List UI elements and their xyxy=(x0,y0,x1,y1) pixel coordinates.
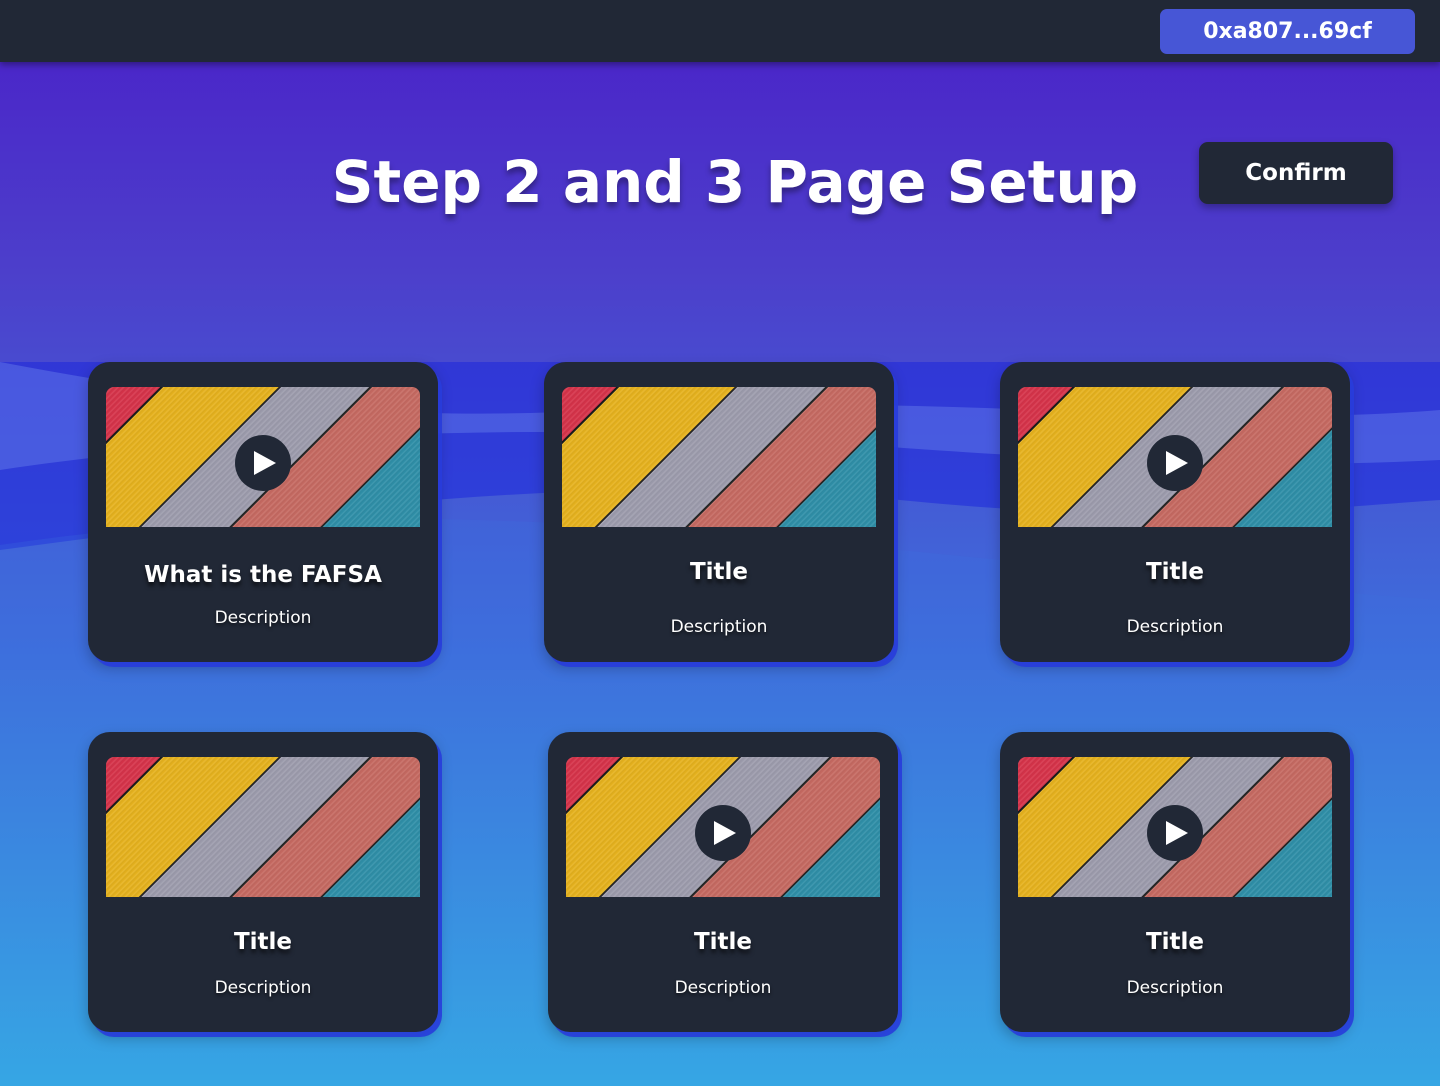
card-title: Title xyxy=(1145,929,1205,955)
video-thumbnail xyxy=(566,757,880,897)
video-thumbnail xyxy=(106,757,420,897)
card-description: Description xyxy=(1126,617,1224,637)
play-button-icon[interactable] xyxy=(695,805,751,861)
video-card[interactable]: Title Description xyxy=(548,732,898,1032)
top-bar: 0xa807...69cf xyxy=(0,0,1440,62)
video-thumbnail xyxy=(562,387,876,527)
card-title: Title xyxy=(689,559,749,585)
card-description: Description xyxy=(214,978,312,998)
card-description: Description xyxy=(674,978,772,998)
card-title: Title xyxy=(1145,559,1205,585)
confirm-button[interactable]: Confirm xyxy=(1199,142,1393,204)
video-card[interactable]: Title Description xyxy=(88,732,438,1032)
play-button-icon[interactable] xyxy=(1147,435,1203,491)
card-title: Title xyxy=(693,929,753,955)
video-thumbnail xyxy=(1018,757,1332,897)
page-title: Step 2 and 3 Page Setup xyxy=(331,148,1139,216)
play-button-icon[interactable] xyxy=(1147,805,1203,861)
card-title: What is the FAFSA xyxy=(144,562,382,588)
card-title: Title xyxy=(233,929,293,955)
play-button-icon[interactable] xyxy=(235,435,291,491)
video-card[interactable]: Title Description xyxy=(1000,362,1350,662)
card-description: Description xyxy=(670,617,768,637)
video-card[interactable]: Title Description xyxy=(544,362,894,662)
video-thumbnail xyxy=(1018,387,1332,527)
video-card[interactable]: What is the FAFSA Description xyxy=(88,362,438,662)
card-description: Description xyxy=(1126,978,1224,998)
video-card[interactable]: Title Description xyxy=(1000,732,1350,1032)
card-description: Description xyxy=(214,608,312,628)
video-thumbnail xyxy=(106,387,420,527)
wallet-address-button[interactable]: 0xa807...69cf xyxy=(1160,9,1415,54)
